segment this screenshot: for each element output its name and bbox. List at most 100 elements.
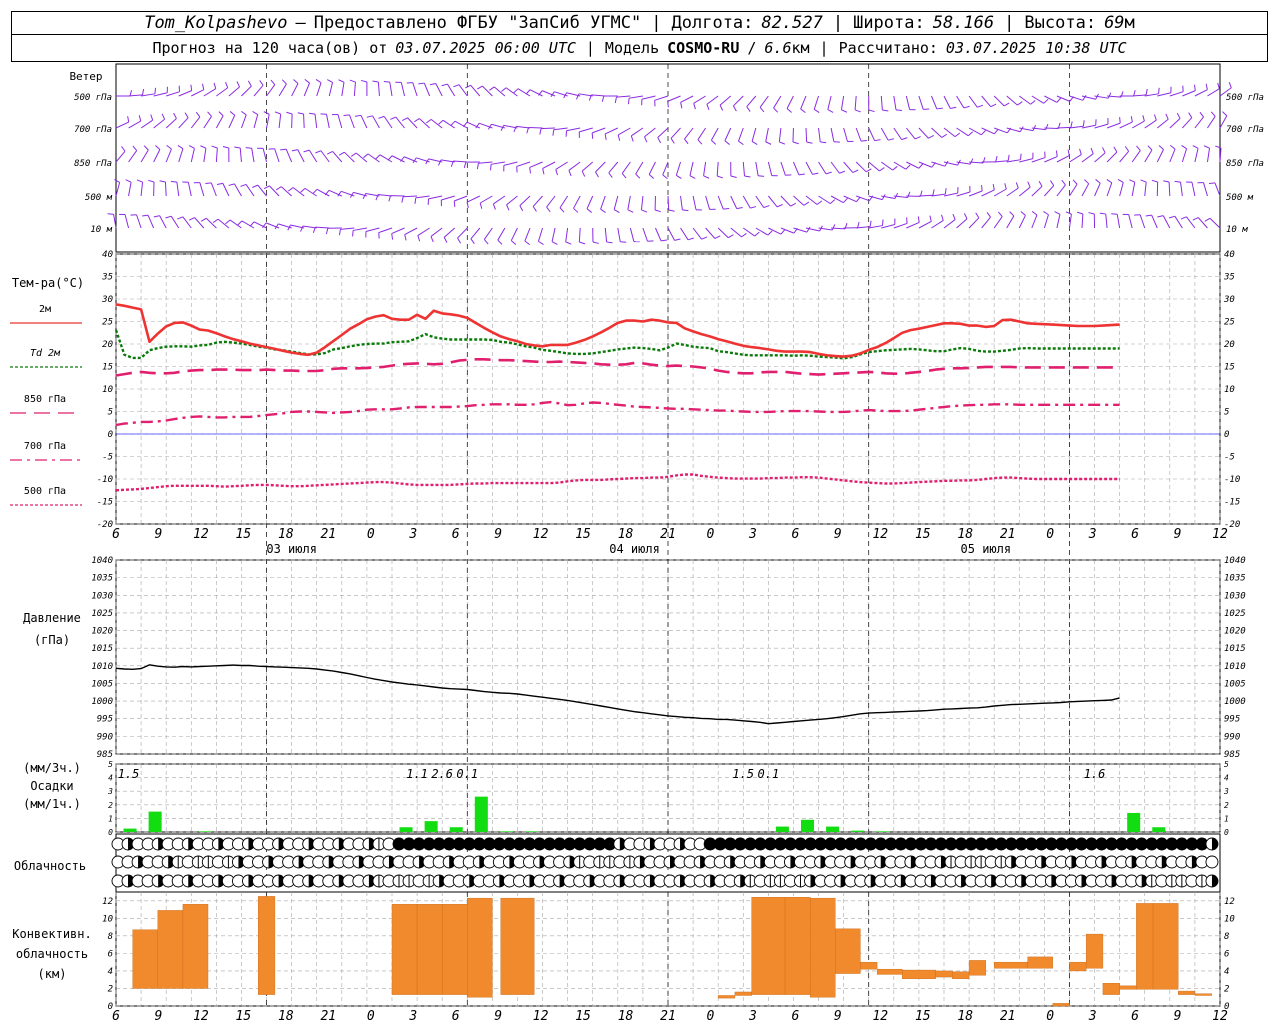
- day-label: 05 июля: [961, 542, 1012, 556]
- wind-barb-shaft: [378, 227, 393, 234]
- wind-barb-shaft: [604, 127, 619, 135]
- conv-tick-label-left: 8: [108, 932, 113, 942]
- wind-barb-shaft: [551, 227, 556, 242]
- conv-tick-label-left: 10: [102, 914, 113, 924]
- temp-tick-label-left: 25: [102, 318, 113, 328]
- wind-barb-feather: [142, 214, 149, 217]
- wind-barb-shaft: [905, 95, 911, 110]
- precip-total-label: 1.5: [118, 767, 140, 781]
- wind-barb-shaft: [559, 195, 569, 209]
- wind-barb-feather: [417, 235, 421, 242]
- wind-barb-shaft: [297, 149, 305, 163]
- wind-barb-feather: [874, 139, 881, 142]
- wind-barb-feather: [212, 218, 219, 223]
- wind-barb-shaft: [136, 214, 142, 229]
- wind-barb-shaft: [1081, 183, 1090, 197]
- wind-barb-shaft: [981, 216, 991, 229]
- temp-legend-label: 850 гПа: [24, 394, 66, 405]
- precip-title: Осадки: [30, 779, 73, 793]
- wind-barb-shaft: [565, 227, 569, 242]
- wind-barb-feather: [730, 175, 737, 178]
- wind-barb-shaft: [1119, 182, 1124, 197]
- time-tick-label: 18: [278, 527, 294, 542]
- wind-barb-feather: [529, 167, 531, 174]
- pressure-tick-label-right: 1040: [1224, 556, 1246, 566]
- wind-barb-shaft: [662, 161, 669, 176]
- wind-barb-feather: [327, 79, 333, 83]
- wind-barb-shaft: [253, 114, 259, 129]
- wind-barb-feather: [776, 203, 783, 208]
- conv-bar: [257, 896, 276, 995]
- wind-barb-feather: [614, 97, 617, 104]
- pressure-tick-label-left: 990: [97, 732, 113, 742]
- wind-barb-feather: [236, 81, 241, 88]
- wind-barb-shaft: [1156, 118, 1169, 129]
- wind-barb-shaft: [360, 115, 368, 129]
- wind-barb-shaft: [981, 95, 992, 107]
- temp-tick-label-left: 40: [102, 250, 113, 260]
- pressure-tick-label-right: 995: [1224, 715, 1240, 725]
- time-tick-label-bottom: 15: [236, 1009, 252, 1024]
- time-tick-label-bottom: 21: [660, 1009, 676, 1024]
- wind-barb-feather: [1056, 97, 1062, 103]
- wind-barb-shaft: [510, 227, 518, 241]
- wind-barb-feather: [304, 79, 310, 84]
- wind-barb-feather: [992, 183, 995, 191]
- wind-barb-shaft: [818, 127, 821, 142]
- wind-barb-feather: [1199, 111, 1204, 118]
- precip-tick-label-left: 3: [107, 787, 113, 796]
- wind-barb-feather: [901, 137, 908, 141]
- conv-bar: [1027, 956, 1053, 969]
- wind-barb-feather: [1129, 179, 1135, 183]
- wind-barb-shaft: [640, 195, 644, 210]
- wind-barb-feather: [501, 87, 507, 92]
- wind-barb-shaft: [1131, 120, 1145, 129]
- wind-barb-shaft: [905, 127, 916, 140]
- wind-barb-shaft: [483, 227, 493, 240]
- wind-barb-feather: [315, 150, 322, 154]
- wind-barb-feather: [895, 109, 903, 111]
- wind-barb-shaft: [532, 195, 543, 207]
- wind-barb-shaft: [553, 127, 568, 131]
- wind-barb-shaft: [215, 115, 224, 129]
- wind-level-label-left: 850 гПа: [74, 159, 112, 169]
- temp-tick-label-left: 30: [101, 295, 113, 305]
- wind-barb-shaft: [1105, 214, 1108, 229]
- wind-barb-shaft: [1194, 116, 1204, 129]
- wind-barb-shaft: [855, 127, 862, 142]
- pressure-tick-label-right: 1005: [1224, 679, 1246, 689]
- wind-barb-feather: [997, 211, 1003, 217]
- wind-barb-shaft: [579, 127, 593, 133]
- wind-barb-feather: [975, 212, 980, 219]
- wind-barb-feather: [286, 111, 293, 115]
- wind-barb-feather: [800, 108, 806, 113]
- wind-barb-shaft: [893, 95, 897, 110]
- wind-barb-feather: [630, 135, 634, 142]
- wind-barb-shaft: [479, 195, 493, 204]
- precip-tick-label-right: 3: [1223, 787, 1229, 796]
- time-tick-label: 18: [957, 527, 973, 542]
- pressure-tick-label-left: 1040: [91, 556, 113, 566]
- conv-tick-label-right: 8: [1224, 932, 1229, 942]
- wind-barb-feather: [950, 106, 957, 109]
- wind-barb-feather: [138, 115, 142, 122]
- wind-barb-feather: [744, 175, 751, 178]
- wind-barb-shaft: [1056, 214, 1061, 229]
- precip-tick-label-left: 1: [108, 814, 113, 823]
- temp-tick-label-left: -5: [102, 453, 113, 463]
- wind-barb-feather: [1107, 92, 1112, 99]
- wind-barb-shaft: [215, 147, 218, 163]
- wind-barb-feather: [684, 138, 689, 145]
- wind-barb-shaft: [1194, 148, 1199, 163]
- wind-barb-feather: [701, 236, 708, 240]
- wind-barb-feather: [606, 241, 613, 244]
- wind-barb-feather: [806, 226, 811, 233]
- wind-barb-feather: [798, 173, 805, 176]
- wind-barb-shaft: [1106, 122, 1121, 129]
- wind-barb-shaft: [441, 195, 455, 201]
- wind-barb-feather: [790, 202, 797, 207]
- wind-barb-feather: [816, 200, 823, 205]
- time-tick-label: 0: [1046, 527, 1054, 542]
- wind-barb-feather: [635, 173, 641, 179]
- wind-barb-shaft: [466, 195, 481, 203]
